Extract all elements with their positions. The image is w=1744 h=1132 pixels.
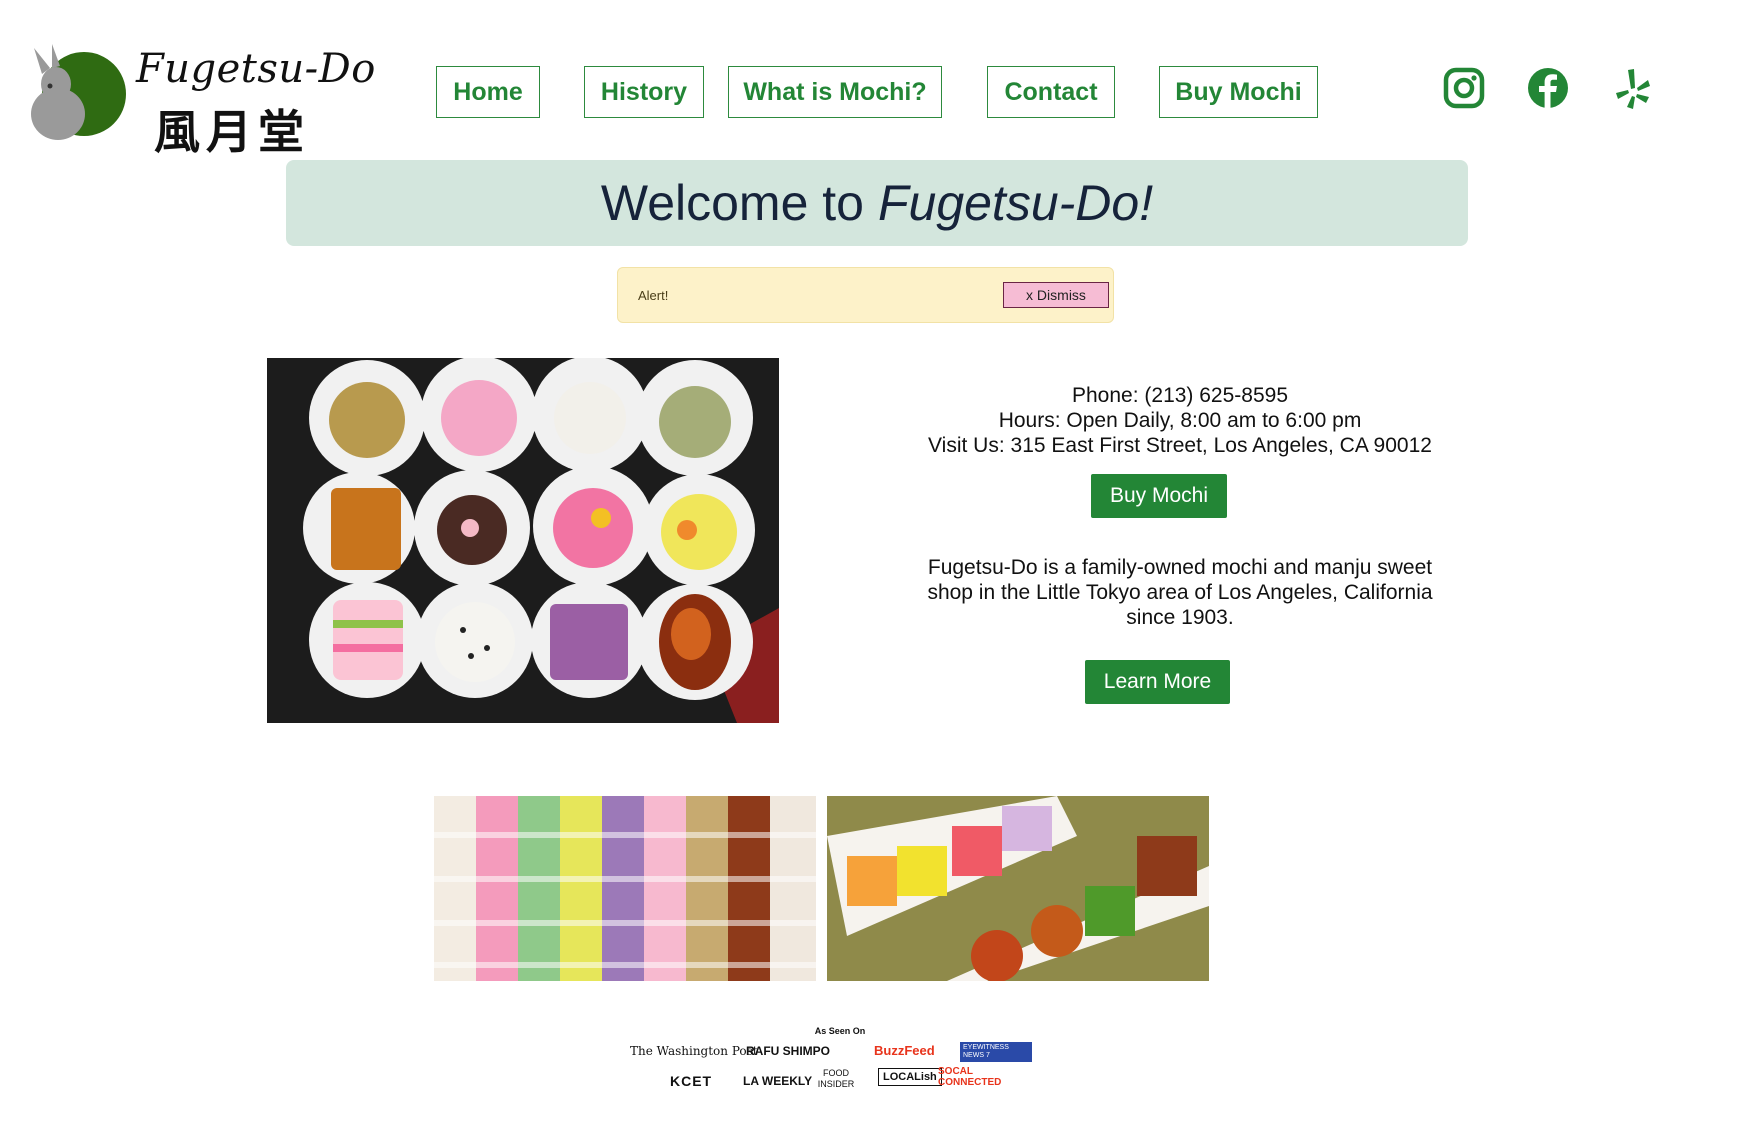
press-buzzfeed: BuzzFeed — [874, 1043, 935, 1058]
mochi-tray-photo — [434, 796, 816, 981]
mochi-plates-photo — [827, 796, 1209, 981]
dismiss-button[interactable]: x Dismiss — [1003, 282, 1109, 308]
welcome-prefix: Welcome to — [600, 175, 864, 231]
press-socal-connected: SOCAL CONNECTED — [938, 1066, 1002, 1088]
about-line-3: since 1903. — [1126, 606, 1234, 629]
buy-mochi-button[interactable]: Buy Mochi — [1091, 474, 1227, 518]
mochi-assortment-photo — [267, 358, 779, 723]
press-la-weekly: LA WEEKLY — [743, 1074, 813, 1088]
nav-contact-button[interactable]: Contact — [987, 66, 1115, 118]
learn-more-button[interactable]: Learn More — [1085, 660, 1230, 704]
site-logo[interactable]: Fugetsu-Do 風月堂 — [28, 44, 375, 159]
alert-box: Alert! x Dismiss — [617, 267, 1114, 323]
press-kcet: KCET — [670, 1073, 713, 1089]
nav-home-button[interactable]: Home — [436, 66, 540, 118]
alert-text: Alert! — [638, 288, 669, 303]
logo-text: Fugetsu-Do — [136, 46, 376, 92]
contact-info: Phone: (213) 625-8595 Hours: Open Daily,… — [880, 383, 1480, 458]
address-text: Visit Us: 315 East First Street, Los Ang… — [928, 434, 1432, 457]
press-food-insider: FOOD INSIDER — [817, 1068, 855, 1089]
press-washington-post: The Washington Post — [630, 1044, 758, 1058]
nav-what-is-mochi-button[interactable]: What is Mochi? — [728, 66, 942, 118]
instagram-icon[interactable] — [1442, 66, 1486, 110]
nav-buy-mochi-button[interactable]: Buy Mochi — [1159, 66, 1318, 118]
welcome-shop-name: Fugetsu-Do! — [877, 175, 1154, 231]
about-line-1: Fugetsu-Do is a family-owned mochi and m… — [927, 556, 1433, 579]
hours-text: Hours: Open Daily, 8:00 am to 6:00 pm — [998, 409, 1362, 432]
press-rafu-shimpo: RAFU SHIMPO — [746, 1044, 830, 1058]
about-text: Fugetsu-Do is a family-owned mochi and m… — [880, 555, 1480, 630]
logo-kanji: 風月堂 — [154, 105, 310, 159]
about-line-2: shop in the Little Tokyo area of Los Ang… — [927, 581, 1433, 604]
press-eyewitness-news: EYEWITNESS NEWS 7 — [960, 1042, 1032, 1062]
welcome-banner: Welcome to Fugetsu-Do! — [286, 160, 1468, 246]
phone-text: Phone: (213) 625-8595 — [1072, 384, 1288, 407]
facebook-icon[interactable] — [1526, 66, 1570, 110]
as-seen-on-title: As Seen On — [814, 1026, 866, 1036]
rabbit-logo-icon — [31, 44, 126, 140]
yelp-icon[interactable] — [1610, 66, 1654, 110]
nav-history-button[interactable]: History — [584, 66, 704, 118]
press-localish: LOCALish — [878, 1068, 942, 1086]
